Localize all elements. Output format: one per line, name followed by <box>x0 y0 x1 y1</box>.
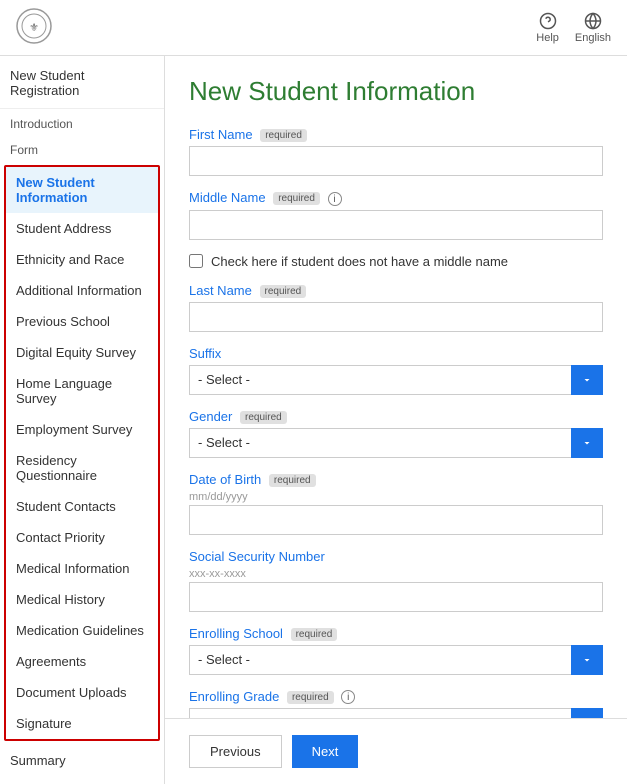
sidebar-title: New Student Registration <box>0 56 164 109</box>
first-name-label: First Name required <box>189 127 603 142</box>
sidebar-item-additional-information[interactable]: Additional Information <box>6 275 158 306</box>
previous-button[interactable]: Previous <box>189 735 282 768</box>
last-name-input[interactable] <box>189 302 603 332</box>
dob-required: required <box>269 474 316 487</box>
gender-select[interactable]: - Select - <box>189 428 603 458</box>
sidebar-item-student-address[interactable]: Student Address <box>6 213 158 244</box>
introduction-label: Introduction <box>0 109 164 135</box>
sidebar: New Student Registration Introduction Fo… <box>0 56 165 784</box>
enrolling-school-group: Enrolling School required - Select - <box>189 626 603 675</box>
sidebar-item-contact-priority[interactable]: Contact Priority <box>6 522 158 553</box>
enrolling-grade-required: required <box>287 691 334 704</box>
sidebar-item-new-student-information[interactable]: New Student Information <box>6 167 158 213</box>
footer-buttons: Previous Next <box>165 718 627 784</box>
dob-group: Date of Birth required mm/dd/yyyy <box>189 472 603 535</box>
enrolling-grade-group: Enrolling Grade required i - Select - <box>189 689 603 718</box>
sidebar-item-residency-questionnaire[interactable]: Residency Questionnaire <box>6 445 158 491</box>
logo: ⚜ <box>16 8 52 47</box>
middle-name-label: Middle Name required i <box>189 190 603 206</box>
ssn-input[interactable] <box>189 582 603 612</box>
sidebar-item-agreements[interactable]: Agreements <box>6 646 158 677</box>
sidebar-item-medical-information[interactable]: Medical Information <box>6 553 158 584</box>
sidebar-item-document-uploads[interactable]: Document Uploads <box>6 677 158 708</box>
next-button[interactable]: Next <box>292 735 359 768</box>
no-middle-name-label: Check here if student does not have a mi… <box>211 254 508 269</box>
dob-placeholder: mm/dd/yyyy <box>189 491 603 503</box>
gender-label: Gender required <box>189 409 603 424</box>
enrolling-grade-select-wrapper: - Select - <box>189 708 603 718</box>
suffix-label: Suffix <box>189 346 603 361</box>
first-name-input[interactable] <box>189 146 603 176</box>
header: ⚜ Help English <box>0 0 627 56</box>
sidebar-item-medical-history[interactable]: Medical History <box>6 584 158 615</box>
layout: New Student Registration Introduction Fo… <box>0 56 627 784</box>
sidebar-item-student-contacts[interactable]: Student Contacts <box>6 491 158 522</box>
sidebar-item-ethnicity-and-race[interactable]: Ethnicity and Race <box>6 244 158 275</box>
last-name-group: Last Name required <box>189 283 603 332</box>
enrolling-school-select[interactable]: - Select - <box>189 645 603 675</box>
ssn-label: Social Security Number <box>189 549 603 564</box>
help-button[interactable]: Help <box>536 12 559 44</box>
enrolling-grade-info-icon[interactable]: i <box>341 690 355 704</box>
suffix-group: Suffix - Select - <box>189 346 603 395</box>
middle-name-info-icon[interactable]: i <box>328 192 342 206</box>
no-middle-name-checkbox[interactable] <box>189 254 203 268</box>
form-section-box: New Student Information Student Address … <box>4 165 160 741</box>
sidebar-item-signature[interactable]: Signature <box>6 708 158 739</box>
enrolling-grade-select[interactable]: - Select - <box>189 708 603 718</box>
sidebar-item-digital-equity-survey[interactable]: Digital Equity Survey <box>6 337 158 368</box>
dob-input[interactable] <box>189 505 603 535</box>
enrolling-grade-label: Enrolling Grade required i <box>189 689 603 705</box>
last-name-label: Last Name required <box>189 283 603 298</box>
last-name-required: required <box>260 285 307 298</box>
middle-name-required: required <box>273 192 320 205</box>
ssn-placeholder: xxx-xx-xxxx <box>189 568 603 580</box>
gender-group: Gender required - Select - <box>189 409 603 458</box>
dob-label: Date of Birth required <box>189 472 603 487</box>
form-label: Form <box>0 135 164 161</box>
gender-select-wrapper: - Select - <box>189 428 603 458</box>
middle-name-group: Middle Name required i <box>189 190 603 240</box>
main-content: New Student Information First Name requi… <box>165 56 627 718</box>
enrolling-school-select-wrapper: - Select - <box>189 645 603 675</box>
sidebar-summary[interactable]: Summary <box>0 745 164 776</box>
sidebar-item-employment-survey[interactable]: Employment Survey <box>6 414 158 445</box>
enrolling-school-required: required <box>291 628 338 641</box>
suffix-select-wrapper: - Select - <box>189 365 603 395</box>
language-button[interactable]: English <box>575 12 611 44</box>
ssn-group: Social Security Number xxx-xx-xxxx <box>189 549 603 612</box>
sidebar-item-previous-school[interactable]: Previous School <box>6 306 158 337</box>
gender-required: required <box>240 411 287 424</box>
no-middle-name-row: Check here if student does not have a mi… <box>189 254 603 269</box>
sidebar-item-medication-guidelines[interactable]: Medication Guidelines <box>6 615 158 646</box>
header-actions: Help English <box>536 12 611 44</box>
sidebar-item-home-language-survey[interactable]: Home Language Survey <box>6 368 158 414</box>
main-title: New Student Information <box>189 76 603 107</box>
suffix-select[interactable]: - Select - <box>189 365 603 395</box>
enrolling-school-label: Enrolling School required <box>189 626 603 641</box>
middle-name-input[interactable] <box>189 210 603 240</box>
svg-text:⚜: ⚜ <box>29 22 39 34</box>
first-name-group: First Name required <box>189 127 603 176</box>
first-name-required: required <box>260 129 307 142</box>
